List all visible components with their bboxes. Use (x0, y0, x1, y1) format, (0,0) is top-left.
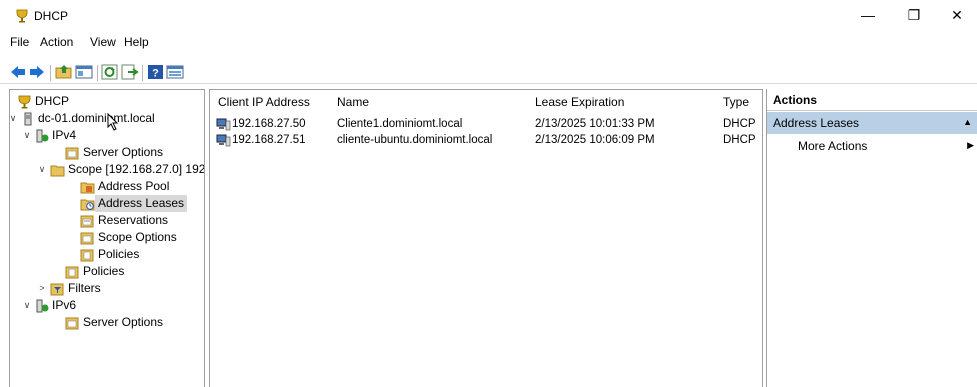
menu-file[interactable]: File (10, 35, 29, 49)
tree-item-address-leases[interactable]: Address Leases (10, 195, 188, 212)
tree-label: Address Pool (98, 179, 170, 193)
chevron-down-icon[interactable]: ∨ (37, 161, 47, 178)
tree-item-ipv6-server-options[interactable]: Server Options (10, 314, 166, 331)
more-actions-item[interactable]: More Actions ▶ (767, 135, 977, 155)
column-header-client-ip[interactable]: Client IP Address (218, 95, 310, 109)
tree-label: IPv4 (52, 128, 77, 142)
title-bar: DHCP — ❐ ✕ (0, 0, 977, 30)
tree-label: Reservations (98, 213, 169, 227)
tree-item-filters[interactable]: > Filters (10, 280, 104, 297)
reservations-icon (80, 215, 94, 228)
scope-options-icon (80, 232, 94, 245)
window-title: DHCP (34, 9, 69, 23)
server-icon (24, 112, 32, 126)
filters-icon (50, 283, 64, 296)
tree-item-scope-options[interactable]: Scope Options (10, 229, 180, 246)
lease-type: DHCP (723, 118, 756, 130)
lease-ip: 192.168.27.50 (232, 118, 306, 130)
chevron-down-icon[interactable]: ∨ (22, 127, 32, 144)
server-options-icon (65, 317, 79, 330)
mouse-cursor-icon (107, 113, 119, 131)
collapse-up-icon[interactable]: ▲ (963, 117, 972, 127)
tree-label: Server Options (83, 145, 164, 159)
chevron-down-icon[interactable]: ∨ (10, 110, 18, 127)
tree-item-server-options[interactable]: Server Options (10, 144, 166, 161)
tree-label: Scope Options (98, 230, 177, 244)
menu-bar: File Action View Help (0, 30, 977, 54)
lease-ip: 192.168.27.51 (232, 134, 306, 146)
tree-label: Policies (83, 264, 125, 278)
address-pool-icon (80, 182, 95, 194)
lease-expiration: 2/13/2025 10:01:33 PM (535, 118, 655, 130)
refresh-icon[interactable] (101, 64, 119, 80)
tree-label: Policies (98, 247, 140, 261)
help-icon[interactable]: ? (147, 64, 165, 80)
actions-header: Actions (767, 89, 977, 111)
policies-icon (80, 249, 94, 262)
show-hide-console-tree-icon[interactable] (75, 64, 93, 80)
lease-client-icon (216, 118, 231, 131)
tree-label: Server Options (83, 315, 164, 329)
tree-item-server[interactable]: ∨ dc-01.dominiomt.local (10, 110, 158, 127)
ipv4-icon (36, 129, 49, 143)
toolbar-separator (142, 65, 143, 81)
chevron-down-icon[interactable]: ∨ (22, 297, 32, 314)
tree-label: Filters (68, 281, 101, 295)
tree-item-address-pool[interactable]: Address Pool (10, 178, 172, 195)
tree-item-dhcp[interactable]: DHCP (10, 93, 72, 110)
tree-item-reservations[interactable]: Reservations (10, 212, 171, 229)
back-icon[interactable] (9, 64, 27, 80)
menu-action[interactable]: Action (40, 35, 73, 49)
tree-label: DHCP (35, 94, 70, 108)
console-tree[interactable]: DHCP ∨ dc-01.dominiomt.local ∨ IPv4 Serv… (9, 89, 205, 387)
tree-label: dc-01.dominiomt.local (38, 111, 155, 125)
lease-name: cliente-ubuntu.dominiomt.local (337, 134, 493, 146)
tree-item-ipv6[interactable]: ∨ IPv6 (10, 297, 79, 314)
export-list-icon[interactable] (121, 64, 139, 80)
dhcp-icon (18, 95, 31, 109)
properties-icon[interactable] (166, 64, 184, 80)
leases-list[interactable]: Client IP Address Name Lease Expiration … (209, 89, 763, 387)
server-options-icon (65, 147, 79, 160)
close-button[interactable]: ✕ (937, 3, 977, 27)
more-actions-label: More Actions (798, 139, 868, 153)
forward-icon[interactable] (28, 64, 46, 80)
lease-expiration: 2/13/2025 10:06:09 PM (535, 134, 655, 146)
column-header-lease-expiration[interactable]: Lease Expiration (535, 95, 624, 109)
toolbar-separator (50, 65, 51, 81)
column-header-type[interactable]: Type (723, 95, 749, 109)
tree-label: Address Leases (95, 195, 188, 212)
lease-type: DHCP (723, 134, 756, 146)
address-leases-icon (80, 199, 95, 211)
toolbar: ? (0, 54, 977, 84)
actions-section-address-leases[interactable]: Address Leases ▲ (767, 112, 977, 134)
tree-item-scope-policies[interactable]: Policies (10, 246, 142, 263)
actions-section-label: Address Leases (773, 116, 860, 130)
up-folder-icon[interactable] (55, 64, 73, 80)
submenu-arrow-icon: ▶ (967, 140, 974, 150)
minimize-button[interactable]: — (845, 3, 891, 27)
dhcp-app-icon (16, 9, 28, 23)
ipv6-icon (36, 299, 49, 313)
tree-item-scope[interactable]: ∨ Scope [192.168.27.0] 192.168.27.0 (10, 161, 205, 178)
lease-client-icon (216, 134, 231, 147)
policies-icon (65, 266, 79, 279)
tree-item-ipv4-policies[interactable]: Policies (10, 263, 127, 280)
tree-label: Scope [192.168.27.0] 192.168.27.0 (68, 162, 205, 176)
tree-item-ipv4[interactable]: ∨ IPv4 (10, 127, 79, 144)
tree-label: IPv6 (52, 298, 77, 312)
lease-name: Cliente1.dominiomt.local (337, 118, 463, 130)
svg-text:?: ? (152, 68, 159, 80)
column-header-name[interactable]: Name (337, 95, 369, 109)
menu-help[interactable]: Help (124, 35, 149, 49)
toolbar-separator (97, 65, 98, 81)
maximize-button[interactable]: ❐ (891, 3, 937, 27)
chevron-right-icon[interactable]: > (37, 280, 47, 297)
actions-pane: Actions Address Leases ▲ More Actions ▶ (766, 89, 977, 387)
folder-icon (50, 165, 65, 177)
menu-view[interactable]: View (90, 35, 116, 49)
